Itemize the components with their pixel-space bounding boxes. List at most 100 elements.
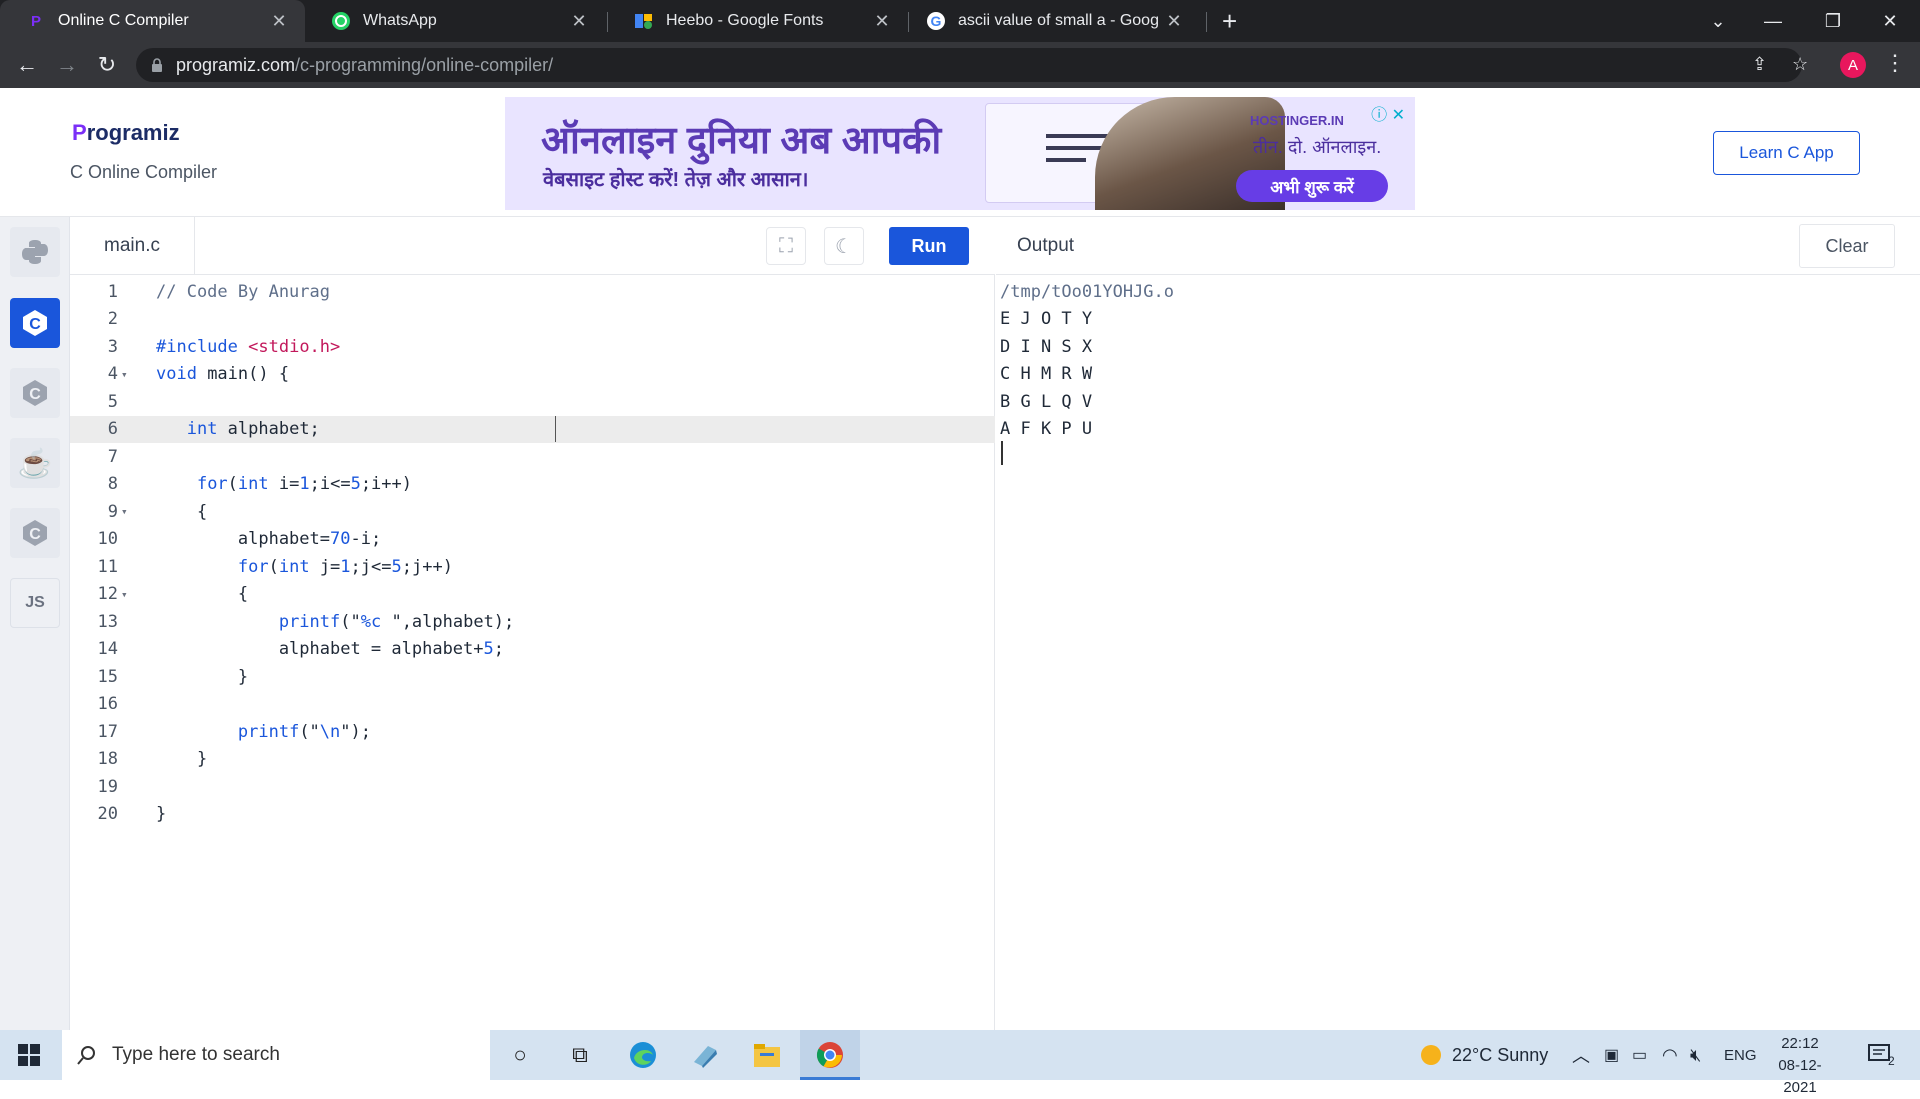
output-line: A F K P U	[1000, 419, 1093, 440]
reload-icon[interactable]: ↻	[90, 48, 124, 82]
code-line[interactable]: 15 }	[70, 663, 995, 691]
learn-c-app-button[interactable]: Learn C App	[1713, 131, 1860, 175]
code-line[interactable]: 16	[70, 691, 995, 719]
input-language[interactable]: ENG	[1724, 1030, 1757, 1080]
sun-icon	[1421, 1045, 1441, 1065]
google-fonts-icon	[634, 11, 654, 31]
output-console[interactable]: /tmp/tOo01YOHJG.o E J O T Y D I N S X C H M…	[996, 275, 1920, 1030]
notification-count: 2	[1888, 1054, 1895, 1068]
file-tab-main-c[interactable]: main.c	[70, 217, 195, 275]
code-line[interactable]: 12 ▾ {	[70, 581, 995, 609]
minimize-icon[interactable]: —	[1745, 0, 1801, 42]
restore-icon[interactable]: ❐	[1805, 0, 1861, 42]
close-tab-icon[interactable]: ✕	[868, 11, 896, 32]
code-line[interactable]: 8 for(int i=1;i<=5;i++)	[70, 471, 995, 499]
code-line[interactable]: 6 int alphabet;	[70, 415, 995, 443]
line-number: 5	[107, 391, 118, 412]
url-host: programiz.com	[176, 54, 296, 75]
weather-widget[interactable]: 22°C Sunny	[1420, 1030, 1548, 1080]
code-text: for(int j=1;j<=5;j++)	[237, 556, 453, 577]
code-line[interactable]: 1 // Code By Anurag	[70, 278, 995, 306]
java-icon[interactable]: ☕	[10, 438, 60, 488]
windows-start-icon[interactable]	[18, 1044, 40, 1066]
tab-title: Online C Compiler	[58, 12, 189, 29]
dark-mode-icon[interactable]: ☾	[824, 227, 864, 265]
code-line[interactable]: 19	[70, 773, 995, 801]
line-number: 17	[97, 721, 118, 742]
tab-online-c-compiler[interactable]: P Online C Compiler ✕	[0, 0, 305, 42]
task-view-icon[interactable]: ⧉	[563, 1039, 597, 1071]
code-line[interactable]: 3 #include <stdio.h>	[70, 333, 995, 361]
fullscreen-icon[interactable]: ⛶	[766, 227, 806, 265]
chrome-icon[interactable]	[813, 1039, 847, 1071]
code-text: #include <stdio.h>	[156, 336, 341, 357]
notification-center-icon[interactable]: 2	[1868, 1030, 1895, 1080]
text-cursor	[555, 415, 556, 442]
code-editor[interactable]: 1// Code By Anurag 2 3 #include <stdio.h> 4 ▾…	[70, 275, 995, 1030]
taskbar-search-box[interactable]: Type here to search	[62, 1030, 490, 1080]
close-tab-icon[interactable]: ✕	[565, 11, 593, 32]
code-line[interactable]: 10 alphabet=70-i;	[70, 526, 995, 554]
fold-arrow-icon[interactable]: ▾	[118, 505, 134, 518]
svg-text:C: C	[29, 526, 41, 543]
code-text: }	[156, 666, 249, 687]
search-placeholder: Type here to search	[112, 1044, 280, 1065]
code-line[interactable]: 20}	[70, 801, 995, 829]
close-tab-icon[interactable]: ✕	[265, 11, 293, 32]
code-line[interactable]: 4 ▾ void main() {	[70, 361, 995, 389]
code-line[interactable]: 5	[70, 388, 995, 416]
meet-now-icon[interactable]: ▣	[1604, 1030, 1619, 1080]
tab-google-search[interactable]: G ascii value of small a - Google Se ✕	[900, 0, 1200, 42]
code-line[interactable]: 11 for(int j=1;j<=5;j++)	[70, 553, 995, 581]
code-line[interactable]: 17 printf("\n");	[70, 718, 995, 746]
show-hidden-icons[interactable]: ︿	[1572, 1030, 1590, 1080]
code-line[interactable]: 9 ▾ {	[70, 498, 995, 526]
code-text: // Code By Anurag	[156, 281, 330, 302]
tab-heebo-google-fonts[interactable]: Heebo - Google Fonts ✕	[608, 0, 908, 42]
close-window-icon[interactable]: ✕	[1862, 0, 1918, 42]
line-number: 10	[97, 529, 118, 550]
browser-menu-icon[interactable]: ⋮	[1884, 50, 1906, 76]
tab-search-dropdown-icon[interactable]: ⌄	[1690, 0, 1746, 42]
ad-cta-button[interactable]: अभी शुरू करें	[1236, 170, 1388, 202]
code-line[interactable]: 13 printf("%c ",alphabet);	[70, 608, 995, 636]
fold-arrow-icon[interactable]: ▾	[118, 588, 134, 601]
volume-muted-icon[interactable]: 🔇︎	[1690, 1030, 1701, 1080]
new-tab-button[interactable]: +	[1222, 6, 1237, 37]
code-line[interactable]: 2	[70, 306, 995, 334]
ad-close-icon[interactable]: ⓘ ✕	[1371, 101, 1405, 125]
csharp-language-icon[interactable]: C	[10, 508, 60, 558]
python-icon[interactable]	[10, 227, 60, 277]
edge-icon[interactable]	[626, 1039, 660, 1071]
profile-avatar[interactable]: A	[1840, 52, 1866, 78]
run-button[interactable]: Run	[889, 227, 969, 265]
c-language-icon[interactable]: C	[10, 298, 60, 348]
fold-arrow-icon[interactable]: ▾	[118, 368, 134, 381]
code-line[interactable]: 18 }	[70, 746, 995, 774]
clear-button[interactable]: Clear	[1799, 224, 1895, 268]
address-bar[interactable]: programiz.com/c-programming/online-compi…	[136, 48, 1802, 82]
programiz-logo[interactable]: Programiz	[72, 120, 180, 146]
notepad-icon[interactable]	[688, 1039, 722, 1071]
battery-icon[interactable]: ▭	[1632, 1030, 1647, 1080]
cortana-icon[interactable]: ○	[503, 1039, 537, 1071]
taskbar-clock[interactable]: 22:12 08-12-2021	[1768, 1033, 1832, 1099]
code-line[interactable]: 7	[70, 443, 995, 471]
back-icon[interactable]: ←	[10, 48, 44, 82]
bookmark-star-icon[interactable]: ☆	[1792, 54, 1808, 75]
cpp-language-icon[interactable]: C	[10, 368, 60, 418]
wifi-icon[interactable]: ◠	[1662, 1030, 1678, 1080]
forward-icon[interactable]: →	[50, 48, 84, 82]
code-line[interactable]: 14 alphabet = alphabet+5;	[70, 636, 995, 664]
tab-whatsapp[interactable]: WhatsApp ✕	[305, 0, 605, 42]
line-number: 15	[97, 666, 118, 687]
output-file-path: /tmp/tOo01YOHJG.o	[1000, 281, 1174, 302]
share-icon[interactable]: ⇪	[1752, 54, 1767, 75]
close-tab-icon[interactable]: ✕	[1160, 11, 1188, 32]
code-text: for(int i=1;i<=5;i++)	[196, 474, 412, 495]
file-explorer-icon[interactable]	[750, 1039, 784, 1071]
javascript-icon[interactable]: JS	[10, 578, 60, 628]
advertisement-banner[interactable]: ऑनलाइन दुनिया अब आपकी वेबसाइट होस्ट करें…	[505, 97, 1415, 210]
line-number: 7	[107, 446, 118, 467]
ad-brand: HOSTINGER.IN	[1250, 113, 1344, 128]
